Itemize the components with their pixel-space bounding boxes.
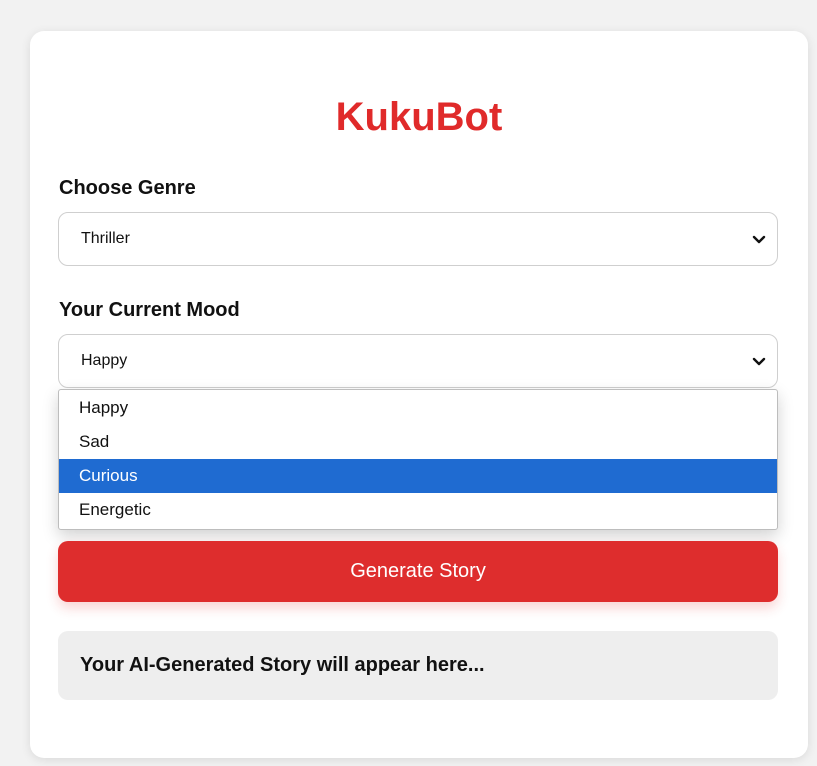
mood-option-energetic[interactable]: Energetic: [59, 493, 777, 527]
mood-selected-value: Happy: [81, 352, 128, 369]
mood-dropdown-list: Happy Sad Curious Energetic: [58, 389, 778, 530]
mood-label: Your Current Mood: [59, 299, 240, 321]
story-output: Your AI-Generated Story will appear here…: [58, 631, 778, 700]
mood-option-sad[interactable]: Sad: [59, 425, 777, 459]
chevron-down-icon: [752, 357, 766, 366]
kukubot-card: KukuBot Choose Genre Thriller Your Curre…: [30, 31, 808, 758]
genre-selected-value: Thriller: [81, 230, 130, 247]
genre-label: Choose Genre: [59, 177, 196, 199]
app-title: KukuBot: [335, 95, 503, 139]
chevron-down-icon: [752, 235, 766, 244]
genre-select[interactable]: Thriller: [58, 212, 778, 266]
mood-option-happy[interactable]: Happy: [59, 390, 777, 425]
generate-story-button[interactable]: Generate Story: [58, 541, 778, 602]
mood-select[interactable]: Happy: [58, 334, 778, 388]
mood-option-curious[interactable]: Curious: [59, 459, 777, 493]
